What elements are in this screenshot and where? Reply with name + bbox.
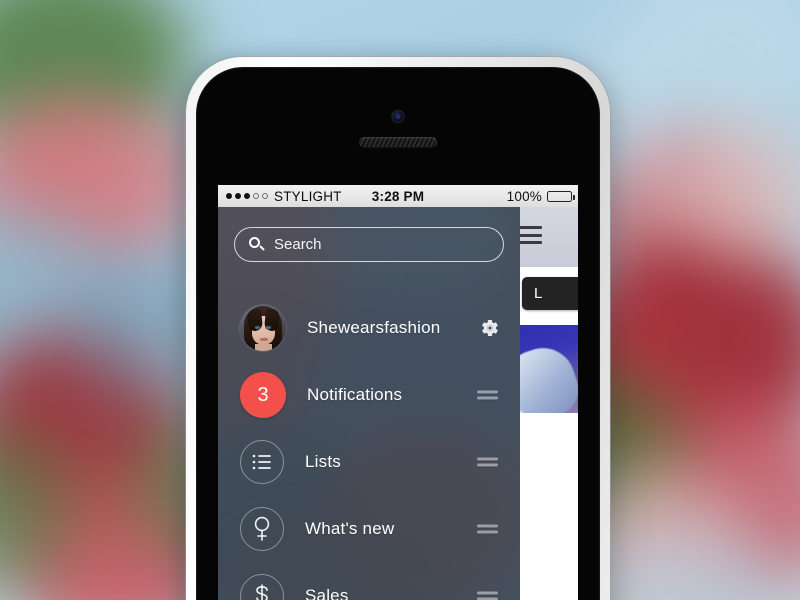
drawer-item-lists[interactable]: Lists	[218, 429, 520, 495]
drawer-item-whats-new[interactable]: What's new	[218, 496, 520, 562]
dollar-icon	[240, 574, 284, 600]
status-bar-left: STYLIGHT	[226, 189, 342, 204]
front-camera-icon	[391, 110, 405, 123]
clock-label: 3:28 PM	[371, 188, 425, 204]
drag-handle[interactable]	[477, 390, 498, 400]
drag-handle[interactable]	[477, 591, 498, 600]
drag-handle[interactable]	[477, 524, 498, 534]
signal-strength-icon	[226, 193, 268, 199]
drawer-item-label: Sales	[305, 586, 349, 600]
search-field[interactable]: Search	[234, 227, 504, 262]
drawer-item-label: Notifications	[307, 385, 403, 404]
drawer-item-profile[interactable]: Shewearsfashion	[218, 295, 520, 361]
profile-username: Shewearsfashion	[307, 318, 441, 337]
gear-icon[interactable]	[480, 318, 500, 338]
carrier-label: STYLIGHT	[274, 188, 342, 204]
status-bar-right: 100%	[506, 188, 575, 204]
earpiece-speaker	[359, 137, 437, 147]
drawer-item-label: What's new	[305, 519, 395, 538]
drawer-item-sales[interactable]: Sales	[218, 563, 520, 600]
venus-icon	[240, 507, 284, 551]
drawer-content: Search Shewearsfashion 3 Notifications L…	[218, 207, 520, 600]
search-placeholder: Search	[274, 236, 322, 253]
battery-icon	[547, 190, 575, 202]
screen-content: L Search Shewearsfashion 3 Notifications…	[218, 207, 578, 600]
avatar[interactable]	[240, 305, 286, 351]
list-icon	[240, 440, 284, 484]
search-icon	[249, 236, 265, 253]
battery-percent-label: 100%	[506, 188, 542, 204]
status-bar: STYLIGHT 3:28 PM 100%	[218, 185, 578, 207]
drag-handle[interactable]	[477, 457, 498, 467]
notifications-badge: 3	[240, 372, 286, 418]
screenshot-canvas: STYLIGHT 3:28 PM 100% L Search Shewearsf…	[0, 0, 800, 600]
phone-screen: STYLIGHT 3:28 PM 100% L Search Shewearsf…	[218, 185, 578, 600]
drawer-item-notifications[interactable]: 3 Notifications	[218, 362, 520, 428]
drawer-item-label: Lists	[305, 452, 341, 471]
app-action-button[interactable]: L	[522, 277, 578, 310]
side-drawer: Search Shewearsfashion 3 Notifications L…	[218, 207, 520, 600]
